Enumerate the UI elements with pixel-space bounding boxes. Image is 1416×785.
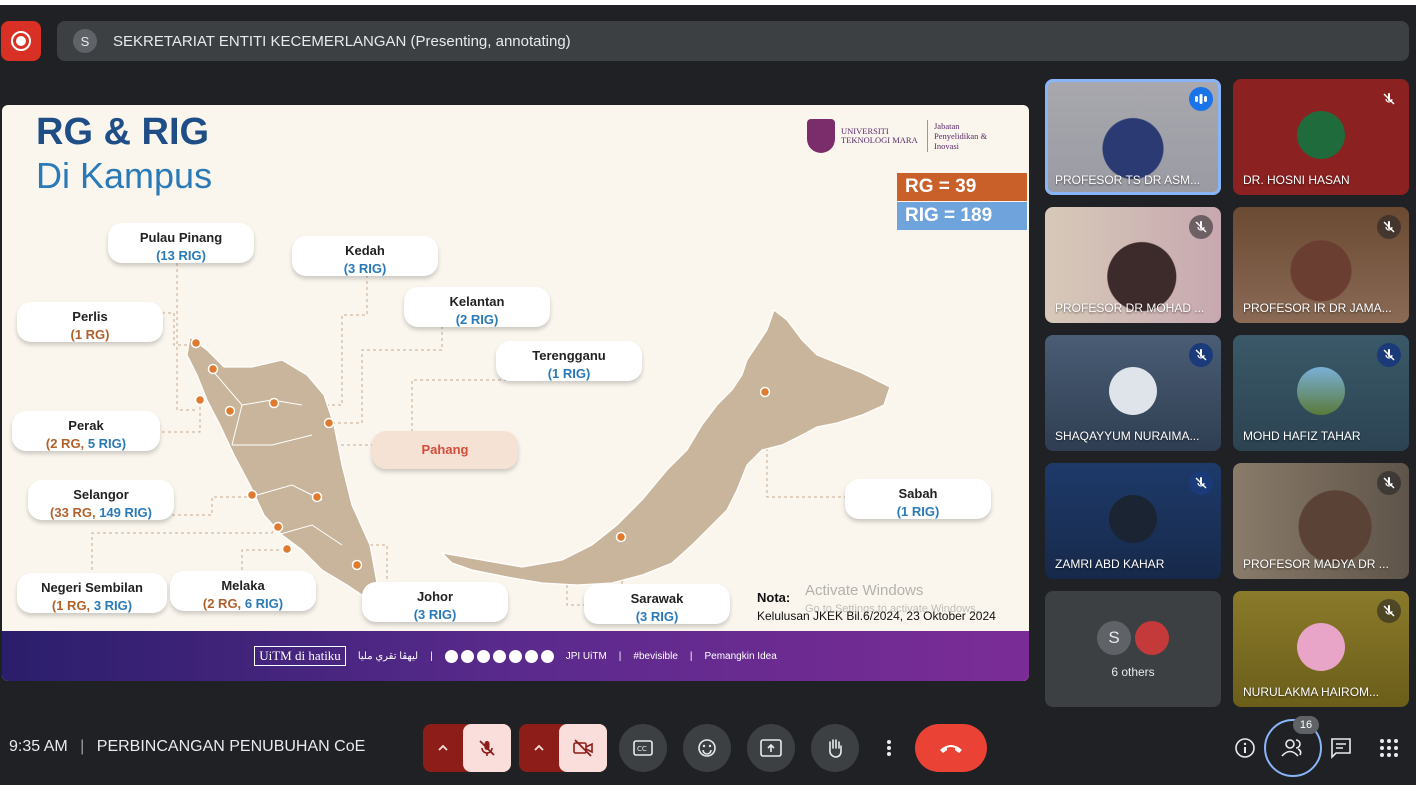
- participant-tile-6[interactable]: MOHD HAFIZ TAHAR: [1233, 335, 1409, 451]
- participant-tile-2[interactable]: DR. HOSNI HASAN: [1233, 79, 1409, 195]
- uitm-crest-icon: [807, 119, 835, 153]
- leave-call-button[interactable]: [915, 724, 987, 772]
- state-pahang: Pahang: [372, 431, 518, 469]
- svg-text:CC: CC: [637, 745, 647, 753]
- captions-button[interactable]: CC: [619, 724, 667, 772]
- mic-off-icon: [1377, 87, 1401, 111]
- emoji-button[interactable]: [683, 724, 731, 772]
- footer-hashtag: #bevisible: [633, 650, 678, 662]
- state-kelantan: Kelantan (2 RIG): [404, 287, 550, 327]
- record-icon: [11, 31, 31, 51]
- participant-name: PROFESOR IR DR JAMA...: [1243, 301, 1392, 315]
- others-label: 6 others: [1111, 665, 1155, 679]
- meeting-time: 9:35 AM: [9, 738, 68, 755]
- participant-count-badge: 16: [1293, 716, 1319, 734]
- present-button[interactable]: [747, 724, 795, 772]
- footer-jawi: ليهڤا تقري مليا: [357, 650, 419, 662]
- present-screen-icon: [760, 739, 782, 757]
- meeting-title: PERBINCANGAN PENUBUHAN CoE: [96, 738, 366, 755]
- people-icon: [1281, 739, 1302, 757]
- participant-name: NURULAKMA HAIROM...: [1243, 685, 1380, 699]
- participant-tile-4[interactable]: PROFESOR IR DR JAMA...: [1233, 207, 1409, 323]
- speaking-icon: [1189, 87, 1213, 111]
- social-media-icons: [444, 649, 554, 663]
- camera-off-icon: [573, 739, 593, 757]
- footer-jpi: JPI UiTM: [565, 650, 607, 662]
- meeting-info: 9:35 AM | PERBINCANGAN PENUBUHAN CoE: [9, 738, 366, 755]
- camera-options-chevron-icon[interactable]: [519, 724, 559, 772]
- others-tile[interactable]: S 6 others: [1045, 591, 1221, 707]
- uitm-logo: UNIVERSITI TEKNOLOGI MARA Jabatan Penyel…: [807, 119, 994, 153]
- logo-university-text: UNIVERSITI TEKNOLOGI MARA: [841, 126, 918, 145]
- state-melaka: Melaka (2 RG, 6 RIG): [170, 571, 316, 611]
- rg-total: RG = 39: [897, 173, 1027, 201]
- presenter-label: SEKRETARIAT ENTITI KECEMERLANGAN (Presen…: [113, 32, 571, 50]
- mic-off-icon: [1189, 471, 1213, 495]
- mic-off-icon: [1189, 343, 1213, 367]
- chat-icon: [1331, 738, 1351, 759]
- state-sabah: Sabah (1 RIG): [845, 479, 991, 519]
- apps-grid-icon: [1380, 739, 1398, 757]
- recording-indicator[interactable]: [1, 21, 41, 61]
- footer-brand: UiTM di hatiku: [254, 646, 346, 666]
- mic-off-icon: [479, 740, 495, 756]
- rig-total: RIG = 189: [897, 202, 1027, 230]
- state-pulau-pinang: Pulau Pinang (13 RIG): [108, 223, 254, 263]
- mic-off-icon: [1377, 599, 1401, 623]
- state-johor: Johor (3 RIG): [362, 582, 508, 622]
- top-edge: [0, 0, 1416, 5]
- camera-toggle-button[interactable]: [559, 724, 607, 772]
- activities-button[interactable]: [1375, 734, 1403, 762]
- others-avatar-photo: [1135, 621, 1169, 655]
- state-selangor: Selangor (33 RG, 149 RIG): [28, 480, 174, 520]
- state-terengganu: Terengganu (1 RIG): [496, 341, 642, 381]
- mic-off-icon: [1377, 471, 1401, 495]
- info-icon: [1235, 738, 1255, 758]
- logo-dept-text: Jabatan Penyelidikan & Inovasi: [934, 121, 988, 151]
- mic-off-icon: [1189, 215, 1213, 239]
- presenter-bar: S SEKRETARIAT ENTITI KECEMERLANGAN (Pres…: [57, 21, 1409, 61]
- slide-title: RG & RIG: [36, 111, 210, 153]
- participant-name: PROFESOR MADYA DR ...: [1243, 557, 1389, 571]
- participant-tile-8[interactable]: PROFESOR MADYA DR ...: [1233, 463, 1409, 579]
- mic-off-icon: [1377, 215, 1401, 239]
- slide-subtitle: Di Kampus: [36, 155, 213, 196]
- participant-tile-1[interactable]: PROFESOR TS DR ASM...: [1045, 79, 1221, 195]
- chat-button[interactable]: [1327, 734, 1355, 762]
- others-avatar: S: [1097, 621, 1131, 655]
- participant-name: ZAMRI ABD KAHAR: [1055, 557, 1165, 571]
- captions-icon: CC: [633, 740, 653, 756]
- participant-name: MOHD HAFIZ TAHAR: [1243, 429, 1361, 443]
- mic-control-group: [423, 724, 511, 772]
- raise-hand-button[interactable]: [811, 724, 859, 772]
- state-perlis: Perlis (1 RG): [17, 302, 163, 342]
- state-perak: Perak (2 RG, 5 RIG): [12, 411, 160, 451]
- mic-toggle-button[interactable]: [463, 724, 511, 772]
- more-vert-icon: [887, 740, 891, 756]
- participant-name: SHAQAYYUM NURAIMA...: [1055, 429, 1200, 443]
- camera-control-group: [519, 724, 607, 772]
- end-call-icon: [940, 745, 962, 753]
- slide-footer: UiTM di hatiku ليهڤا تقري مليا | JPI UiT…: [2, 631, 1029, 681]
- participant-tile-9[interactable]: NURULAKMA HAIROM...: [1233, 591, 1409, 707]
- participant-tile-7[interactable]: ZAMRI ABD KAHAR: [1045, 463, 1221, 579]
- mic-options-chevron-icon[interactable]: [423, 724, 463, 772]
- state-kedah: Kedah (3 RIG): [292, 236, 438, 276]
- more-options-button[interactable]: [875, 724, 903, 772]
- mic-off-icon: [1377, 343, 1401, 367]
- meeting-details-button[interactable]: [1231, 734, 1259, 762]
- slide-note: Nota: Kelulusan JKEK Bil.6/2024, 23 Okto…: [757, 590, 996, 623]
- raise-hand-icon: [829, 739, 842, 758]
- footer-tagline: Pemangkin Idea: [704, 650, 777, 662]
- participant-name: PROFESOR TS DR ASM...: [1055, 173, 1201, 187]
- emoji-icon: [698, 739, 716, 757]
- participant-tile-3[interactable]: PROFESOR DR MOHAD ...: [1045, 207, 1221, 323]
- participant-name: DR. HOSNI HASAN: [1243, 173, 1350, 187]
- participant-tile-5[interactable]: SHAQAYYUM NURAIMA...: [1045, 335, 1221, 451]
- participant-name: PROFESOR DR MOHAD ...: [1055, 301, 1205, 315]
- state-sarawak: Sarawak (3 RIG): [584, 584, 730, 624]
- state-negeri-sembilan: Negeri Sembilan (1 RG, 3 RIG): [17, 573, 167, 613]
- presentation-slide: RG & RIG Di Kampus UNIVERSITI TEKNOLOGI …: [2, 105, 1029, 681]
- presenter-avatar: S: [73, 29, 97, 53]
